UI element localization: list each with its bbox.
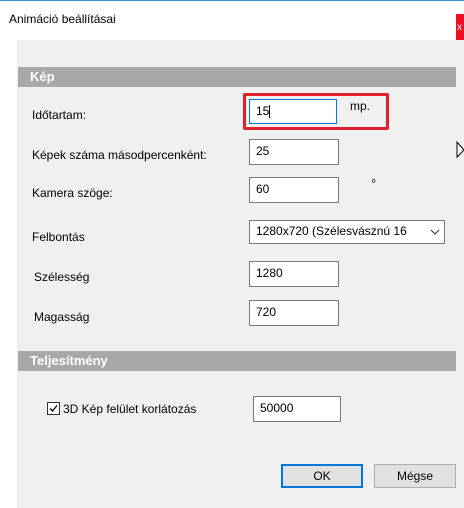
highlight-annotation [243,93,389,130]
checkmark-icon [49,405,58,412]
degree-unit: ° [371,176,377,191]
cancel-button[interactable]: Mégse [374,464,456,488]
width-input[interactable]: 1280 [249,261,339,287]
fps-value: 25 [256,144,270,158]
surface-limit-value: 50000 [260,401,294,415]
height-input[interactable]: 720 [249,300,339,326]
fps-input[interactable]: 25 [249,139,339,165]
section-header-performance: Teljesítmény [18,351,456,371]
fps-label: Képek száma másodpercenként: [32,148,207,162]
camera-angle-input[interactable]: 60 [249,177,339,203]
resolution-dropdown[interactable]: 1280x720 (Szélesvásznú 16 [249,220,445,244]
mouse-cursor-icon [456,141,464,159]
resolution-label: Felbontás [32,230,85,244]
camera-angle-label: Kamera szöge: [32,186,113,200]
width-label: Szélesség [34,270,90,284]
surface-limit-checkbox[interactable] [47,402,60,415]
ok-button[interactable]: OK [281,464,363,488]
surface-limit-label: 3D Kép felület korlátozás [63,402,197,416]
title-bar: Animáció beállításai x [0,0,464,42]
height-label: Magasság [34,310,90,324]
surface-limit-input[interactable]: 50000 [253,396,341,422]
resolution-selected-value: 1280x720 (Szélesvásznú 16 [256,224,407,238]
camera-angle-value: 60 [256,182,270,196]
chevron-down-icon [430,229,440,235]
section-header-image: Kép [18,67,456,87]
animation-settings-dialog: Animáció beállításai x Kép Időtartam: 15… [0,0,464,508]
window-title: Animáció beállításai [9,12,116,26]
close-button[interactable]: x [456,14,464,42]
duration-label: Időtartam: [32,108,87,122]
width-value: 1280 [256,266,283,280]
height-value: 720 [256,305,277,319]
